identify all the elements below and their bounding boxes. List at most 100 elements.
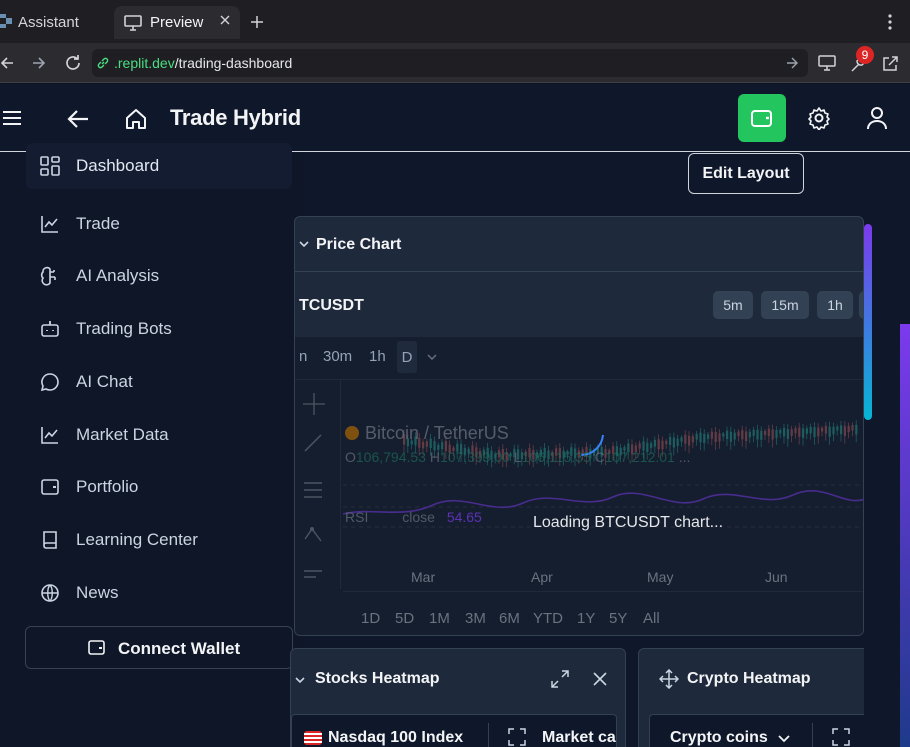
candle-body <box>665 440 668 445</box>
wallet-button[interactable] <box>738 94 786 142</box>
candle-body <box>821 427 824 432</box>
more-vertical-icon[interactable] <box>888 14 892 30</box>
forward-icon[interactable] <box>32 56 46 70</box>
sidebar-item-portfolio[interactable]: Portfolio <box>26 464 292 510</box>
replit-logo-icon <box>0 12 12 30</box>
candle-body <box>760 430 763 440</box>
drag-move-icon[interactable] <box>659 669 679 689</box>
line-chart-icon <box>40 425 60 445</box>
tab-assistant[interactable]: Assistant <box>18 6 79 39</box>
sidebar-item-label: Trade <box>76 214 120 233</box>
devices-icon[interactable] <box>818 55 838 71</box>
interval-option[interactable]: n <box>299 348 307 365</box>
sidebar-item-dashboard[interactable]: Dashboard <box>26 143 292 189</box>
candle-body <box>855 424 858 435</box>
divider <box>812 723 813 747</box>
menu-icon[interactable] <box>2 110 22 126</box>
index-selector[interactable]: Nasdaq 100 Index Market ca <box>291 714 617 747</box>
reload-icon[interactable] <box>64 54 82 72</box>
page-scrollbar-thumb[interactable] <box>864 224 872 420</box>
range-6m[interactable]: 6M <box>499 610 520 627</box>
back-icon[interactable] <box>0 56 14 70</box>
range-ytd[interactable]: YTD <box>533 610 563 627</box>
close-tab-icon[interactable] <box>219 14 231 26</box>
range-5d[interactable]: 5D <box>395 610 414 627</box>
sidebar-item-label: Portfolio <box>76 477 139 496</box>
candle-body <box>733 432 736 440</box>
expand-icon[interactable] <box>551 670 569 688</box>
chevron-down-icon[interactable] <box>295 675 305 685</box>
sidebar-item-news[interactable]: News <box>26 570 292 616</box>
fullscreen-icon[interactable] <box>508 728 526 746</box>
tradingview-chart[interactable]: n 30m 1h D Bitcoin / TetherUS O106,794.5… <box>295 337 863 635</box>
interval-30m[interactable]: 30m <box>323 348 352 365</box>
timeframe-5m-button[interactable]: 5m <box>713 291 753 319</box>
wallet-icon <box>88 639 106 657</box>
trendline-icon[interactable] <box>303 433 323 453</box>
home-icon[interactable] <box>124 107 148 131</box>
go-arrow-icon[interactable] <box>786 57 798 69</box>
interval-1h[interactable]: 1h <box>369 348 386 365</box>
fullscreen-icon[interactable] <box>832 728 850 746</box>
user-icon[interactable] <box>866 106 888 130</box>
tab-preview[interactable]: Preview <box>114 6 240 39</box>
sidebar-item-trade[interactable]: Trade <box>26 201 292 247</box>
candle-body <box>680 437 683 442</box>
candle-body <box>661 440 664 450</box>
globe-icon <box>40 583 60 603</box>
sidebar-item-market-data[interactable]: Market Data <box>26 412 292 458</box>
browser-tabbar: Assistant Preview <box>0 0 910 43</box>
fib-icon[interactable] <box>303 481 323 499</box>
range-all[interactable]: All <box>643 610 660 627</box>
wallet-icon <box>40 477 60 497</box>
candle-body <box>726 430 729 439</box>
candle-body <box>764 430 767 436</box>
timeframe-15m-button[interactable]: 15m <box>761 291 809 319</box>
sidebar-item-ai-chat[interactable]: AI Chat <box>26 359 292 405</box>
sidebar-item-learning-center[interactable]: Learning Center <box>26 517 292 563</box>
range-1m[interactable]: 1M <box>429 610 450 627</box>
chevron-down-icon[interactable] <box>299 239 309 249</box>
dashboard-icon <box>40 156 60 176</box>
rsi-value: 54.65 <box>446 509 482 525</box>
crosshair-icon[interactable] <box>301 389 327 419</box>
chart-pair-label: Bitcoin / TetherUS <box>345 423 509 444</box>
divider <box>295 271 863 272</box>
app-viewport: Trade Hybrid Dashboard Trade AI Analysis… <box>0 84 910 747</box>
connect-wallet-button[interactable]: Connect Wallet <box>25 626 293 669</box>
timeframe-1h-button[interactable]: 1h <box>817 291 853 319</box>
candle-body <box>650 443 653 449</box>
pattern-icon[interactable] <box>303 525 323 545</box>
candle-body <box>699 432 702 443</box>
candle-body <box>752 429 755 436</box>
range-1d[interactable]: 1D <box>361 610 380 627</box>
candle-body <box>794 428 797 434</box>
sidebar-item-trading-bots[interactable]: Trading Bots <box>26 306 292 352</box>
candle-body <box>669 437 672 446</box>
candle-body <box>783 427 786 437</box>
settings-gear-icon[interactable] <box>807 106 831 130</box>
app-title: Trade Hybrid <box>170 105 301 130</box>
range-1y[interactable]: 1Y <box>577 610 595 627</box>
chevron-down-icon[interactable] <box>427 353 437 361</box>
index-label: Nasdaq 100 Index <box>328 729 464 746</box>
metric-label: Market ca <box>542 729 616 746</box>
crypto-selector[interactable]: Crypto coins <box>649 714 877 747</box>
range-3m[interactable]: 3M <box>465 610 486 627</box>
close-icon[interactable] <box>593 672 607 686</box>
text-tool-icon[interactable] <box>303 569 323 583</box>
address-bar[interactable]: .replit.dev/trading-dashboard <box>92 49 808 77</box>
tab-assistant-label: Assistant <box>18 14 79 31</box>
candle-body <box>745 431 748 442</box>
candle-body <box>809 426 812 434</box>
external-link-icon[interactable] <box>881 55 899 73</box>
side-scrollbar[interactable] <box>900 324 910 747</box>
chart-symbol: TCUSDT <box>299 297 364 314</box>
new-tab-icon[interactable] <box>250 15 264 29</box>
back-arrow-icon[interactable] <box>67 109 89 129</box>
interval-d[interactable]: D <box>397 341 417 373</box>
sidebar-item-ai-analysis[interactable]: AI Analysis <box>26 253 292 299</box>
range-5y[interactable]: 5Y <box>609 610 627 627</box>
candle-body <box>790 429 793 436</box>
edit-layout-button[interactable]: Edit Layout <box>688 153 804 194</box>
